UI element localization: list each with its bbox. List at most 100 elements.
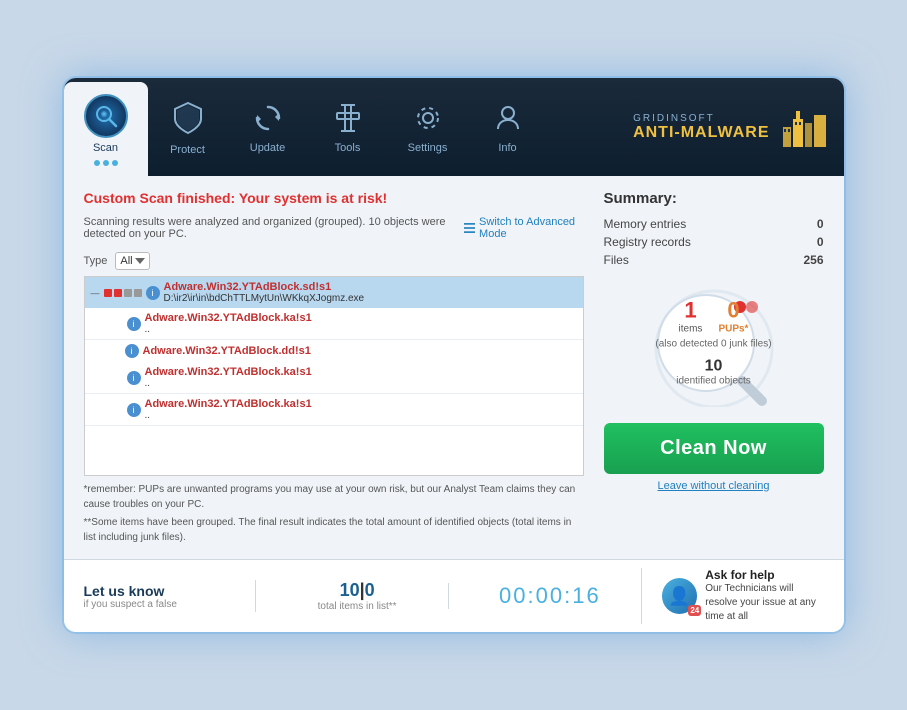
info-person-icon <box>493 103 523 138</box>
gauge-items: 1 items <box>679 298 703 335</box>
info-icon-5[interactable]: i <box>127 403 141 417</box>
filter-label: Type <box>84 255 108 267</box>
items-total-count: 10|0 <box>340 580 375 601</box>
dot-gray2 <box>134 289 142 297</box>
scan-title-prefix: Custom Scan finished: <box>84 190 239 206</box>
tab-scan[interactable]: Scan <box>64 82 148 176</box>
wrench-icon <box>333 103 363 133</box>
table-row[interactable]: i Adware.Win32.YTAdBlock.ka!s1 .. <box>85 308 583 339</box>
main-content: Custom Scan finished: Your system is at … <box>64 176 844 559</box>
header: Scan Protect <box>64 78 844 176</box>
tab-tools-label: Tools <box>335 142 361 154</box>
tab-info-label: Info <box>498 142 516 154</box>
result-group-1: — i Adware.Win32.YTAdBlock.sd!s1 D:\ir2\… <box>85 277 583 340</box>
results-list[interactable]: — i Adware.Win32.YTAdBlock.sd!s1 D:\ir2\… <box>84 276 584 476</box>
switch-mode-link[interactable]: Switch to Advanced Mode <box>464 216 584 240</box>
registry-label: Registry records <box>604 235 691 249</box>
tab-tools[interactable]: Tools <box>308 78 388 176</box>
refresh-icon <box>253 103 283 133</box>
items-label: items <box>679 324 703 335</box>
info-icon-2[interactable]: i <box>127 317 141 331</box>
gauge-items-row: 1 items 0 PUPs* <box>679 298 749 335</box>
tab-settings[interactable]: Settings <box>388 78 468 176</box>
brand-city-icon <box>778 107 828 147</box>
memory-value: 0 <box>817 217 824 231</box>
filter-row: Type All <box>84 252 584 270</box>
tab-update[interactable]: Update <box>228 78 308 176</box>
brand-product: ANTI-MALWARE <box>633 124 769 142</box>
bottom-bar: Let us know if you suspect a false 10|0 … <box>64 559 844 632</box>
info-icon-4[interactable]: i <box>127 371 141 385</box>
gauge-center: 1 items 0 PUPs* (also detected 0 junk fi… <box>654 298 774 387</box>
summary-files-row: Files 256 <box>604 253 824 267</box>
scan-title: Custom Scan finished: Your system is at … <box>84 190 584 206</box>
tab-protect[interactable]: Protect <box>148 78 228 176</box>
table-row[interactable]: i Adware.Win32.YTAdBlock.ka!s1 .. <box>85 394 583 425</box>
help-icon[interactable]: 👤 24 <box>662 578 697 614</box>
brand-row: GRIDINSOFT ANTI-MALWARE <box>633 107 827 147</box>
right-panel: Summary: Memory entries 0 Registry recor… <box>604 190 824 545</box>
protect-icon <box>173 101 203 140</box>
identified-label: identified objects <box>676 376 751 387</box>
dot-red <box>104 289 112 297</box>
bottom-let-us-know: Let us know if you suspect a false <box>84 583 246 610</box>
collapse-icon: — <box>91 288 100 298</box>
filter-select[interactable]: All <box>115 252 150 270</box>
threat-name-5: Adware.Win32.YTAdBlock.ka!s1 <box>145 398 312 410</box>
bottom-timer-section: 00:00:16 <box>448 583 631 609</box>
items-total-label: total items in list** <box>318 601 397 612</box>
scan-dots <box>94 160 118 166</box>
leave-without-link[interactable]: Leave without cleaning <box>604 480 824 492</box>
result-content-2: Adware.Win32.YTAdBlock.ka!s1 .. <box>145 312 312 335</box>
detected-junk: (also detected 0 junk files) <box>655 339 771 350</box>
left-panel: Custom Scan finished: Your system is at … <box>84 190 584 545</box>
let-us-know-label: Let us know <box>84 583 246 599</box>
nav-tabs: Scan Protect <box>64 78 618 176</box>
dots-indicator <box>104 289 142 297</box>
scan-timer: 00:00:16 <box>499 583 601 609</box>
help-title: Ask for help <box>705 568 823 582</box>
tab-info[interactable]: Info <box>468 78 548 176</box>
shield-icon <box>173 101 203 135</box>
tab-protect-label: Protect <box>170 144 205 156</box>
tab-scan-label: Scan <box>93 142 118 154</box>
result-content-5: Adware.Win32.YTAdBlock.ka!s1 .. <box>145 398 312 421</box>
settings-icon <box>413 103 443 138</box>
clean-now-button[interactable]: Clean Now <box>604 423 824 474</box>
help-text: Our Technicians will resolve your issue … <box>705 582 823 624</box>
table-row[interactable]: i Adware.Win32.YTAdBlock.dd!s1 <box>85 340 583 362</box>
threat-name-2: Adware.Win32.YTAdBlock.ka!s1 <box>145 312 312 324</box>
pups-label: PUPs* <box>718 324 748 335</box>
help-badge: 24 <box>688 605 701 616</box>
dot-red2 <box>114 289 122 297</box>
summary-memory-row: Memory entries 0 <box>604 217 824 231</box>
info-icon-1[interactable]: i <box>146 286 160 300</box>
threat-name-4: Adware.Win32.YTAdBlock.ka!s1 <box>145 366 312 378</box>
scan-icon <box>93 103 119 129</box>
scan-title-risk: Your system is at risk! <box>239 190 387 206</box>
app-window: Scan Protect <box>64 78 844 632</box>
threat-path-1: D:\ir2\ir\in\bdChTTLMytUn\WKkqXJogmz.exe <box>164 293 365 304</box>
memory-label: Memory entries <box>604 217 687 231</box>
result-content-4: Adware.Win32.YTAdBlock.ka!s1 .. <box>145 366 312 389</box>
threat-path-4: .. <box>145 378 312 389</box>
brand-name: GRIDINSOFT <box>633 113 769 124</box>
gauge-container: 1 items 0 PUPs* (also detected 0 junk fi… <box>634 277 794 407</box>
count-main: 10 <box>340 580 360 600</box>
update-icon <box>253 103 283 138</box>
result-content-3: Adware.Win32.YTAdBlock.dd!s1 <box>143 345 311 357</box>
items-count: 1 <box>679 298 703 324</box>
info-icon-3[interactable]: i <box>125 344 139 358</box>
scan-subtitle: Scanning results were analyzed and organ… <box>84 216 464 240</box>
brand: GRIDINSOFT ANTI-MALWARE <box>617 97 843 157</box>
bottom-count-section: 10|0 total items in list** <box>255 580 438 612</box>
table-row[interactable]: — i Adware.Win32.YTAdBlock.sd!s1 D:\ir2\… <box>85 277 583 308</box>
scan-icon-wrap <box>84 94 128 138</box>
table-row[interactable]: i Adware.Win32.YTAdBlock.ka!s1 .. <box>85 362 583 393</box>
switch-mode-label: Switch to Advanced Mode <box>479 216 583 240</box>
tools-icon <box>333 103 363 138</box>
note2: **Some items have been grouped. The fina… <box>84 515 584 545</box>
summary-registry-row: Registry records 0 <box>604 235 824 249</box>
threat-path-5: .. <box>145 410 312 421</box>
switch-icon <box>464 222 476 234</box>
